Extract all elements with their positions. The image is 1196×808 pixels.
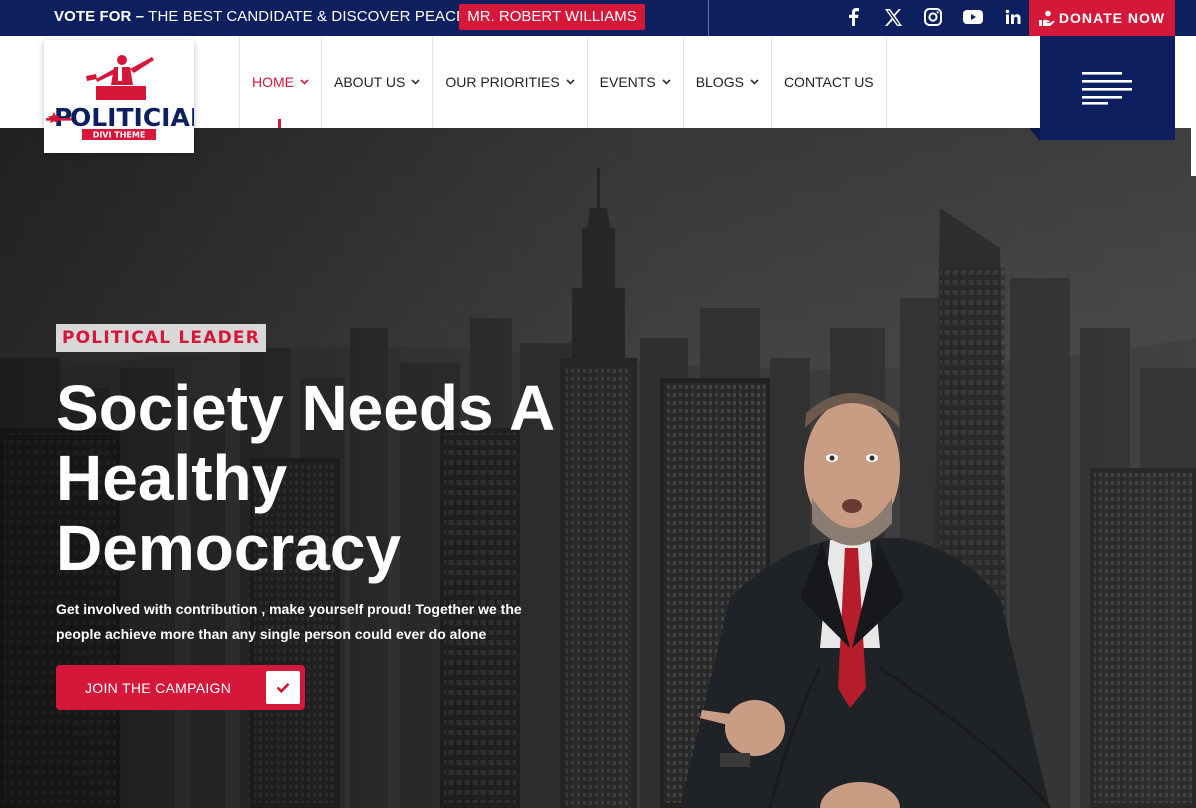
- active-indicator: [278, 119, 281, 128]
- youtube-icon[interactable]: [961, 5, 985, 29]
- nav-item-label: EVENTS: [599, 74, 656, 90]
- topbar-divider: [708, 0, 709, 36]
- chevron-down-icon: [300, 79, 309, 85]
- vote-message: VOTE FOR – THE BEST CANDIDATE & DISCOVER…: [54, 8, 466, 25]
- hero-subtext: Get involved with contribution , make yo…: [56, 601, 522, 642]
- hamburger-menu-button[interactable]: [1040, 36, 1175, 140]
- chevron-down-icon: [566, 79, 575, 85]
- candidate-badge[interactable]: MR. ROBERT WILLIAMS: [459, 4, 645, 30]
- chevron-down-icon: [411, 79, 420, 85]
- hero-headline: Society Needs A Healthy Democracy: [56, 372, 553, 584]
- chevron-down-icon: [662, 79, 671, 85]
- svg-text:OLITICIAN: OLITICIAN: [70, 103, 194, 132]
- instagram-icon[interactable]: [921, 5, 945, 29]
- nav-item-label: BLOGS: [695, 74, 744, 90]
- donate-hand-icon: [1038, 10, 1055, 26]
- site-logo[interactable]: P OLITICIAN DIVI THEME: [44, 40, 211, 153]
- nav-item-about-us[interactable]: ABOUT US: [321, 36, 432, 128]
- nav-item-blogs[interactable]: BLOGS: [682, 36, 771, 128]
- hamburger-icon: [1081, 72, 1132, 105]
- join-campaign-button[interactable]: JOIN THE CAMPAIGN: [56, 665, 305, 710]
- vote-text: THE BEST CANDIDATE & DISCOVER PEACE: [144, 8, 467, 25]
- vote-prefix: VOTE FOR –: [54, 8, 145, 25]
- edge-decoration: [1191, 128, 1196, 176]
- nav-item-our-priorities[interactable]: OUR PRIORITIES: [432, 36, 586, 128]
- x-twitter-icon[interactable]: [881, 5, 905, 29]
- nav-item-home[interactable]: HOME: [239, 36, 321, 128]
- facebook-icon[interactable]: [841, 5, 865, 29]
- chevron-down-icon: [750, 79, 759, 85]
- top-bar: VOTE FOR – THE BEST CANDIDATE & DISCOVER…: [0, 0, 1196, 36]
- linkedin-icon[interactable]: [1001, 5, 1025, 29]
- nav-item-label: HOME: [252, 74, 294, 90]
- checkmark-icon: [266, 671, 300, 704]
- cta-label: JOIN THE CAMPAIGN: [85, 679, 232, 696]
- nav-item-contact-us[interactable]: CONTACT US: [770, 36, 887, 128]
- donate-button[interactable]: DONATE NOW: [1029, 0, 1175, 36]
- hero-section: POLITICAL LEADER Society Needs A Healthy…: [0, 128, 1196, 808]
- nav-item-label: CONTACT US: [783, 74, 874, 90]
- svg-text:DIVI THEME: DIVI THEME: [93, 131, 146, 140]
- menu-fold-decoration: [1029, 128, 1040, 141]
- main-navigation: HOME ABOUT US OUR PRIORITIES EVENTS BLOG…: [239, 36, 887, 128]
- hero-tag: POLITICAL LEADER: [56, 324, 266, 352]
- donate-label: DONATE NOW: [1058, 10, 1166, 26]
- nav-item-events[interactable]: EVENTS: [586, 36, 683, 128]
- nav-item-label: ABOUT US: [334, 74, 406, 90]
- nav-item-label: OUR PRIORITIES: [445, 74, 560, 90]
